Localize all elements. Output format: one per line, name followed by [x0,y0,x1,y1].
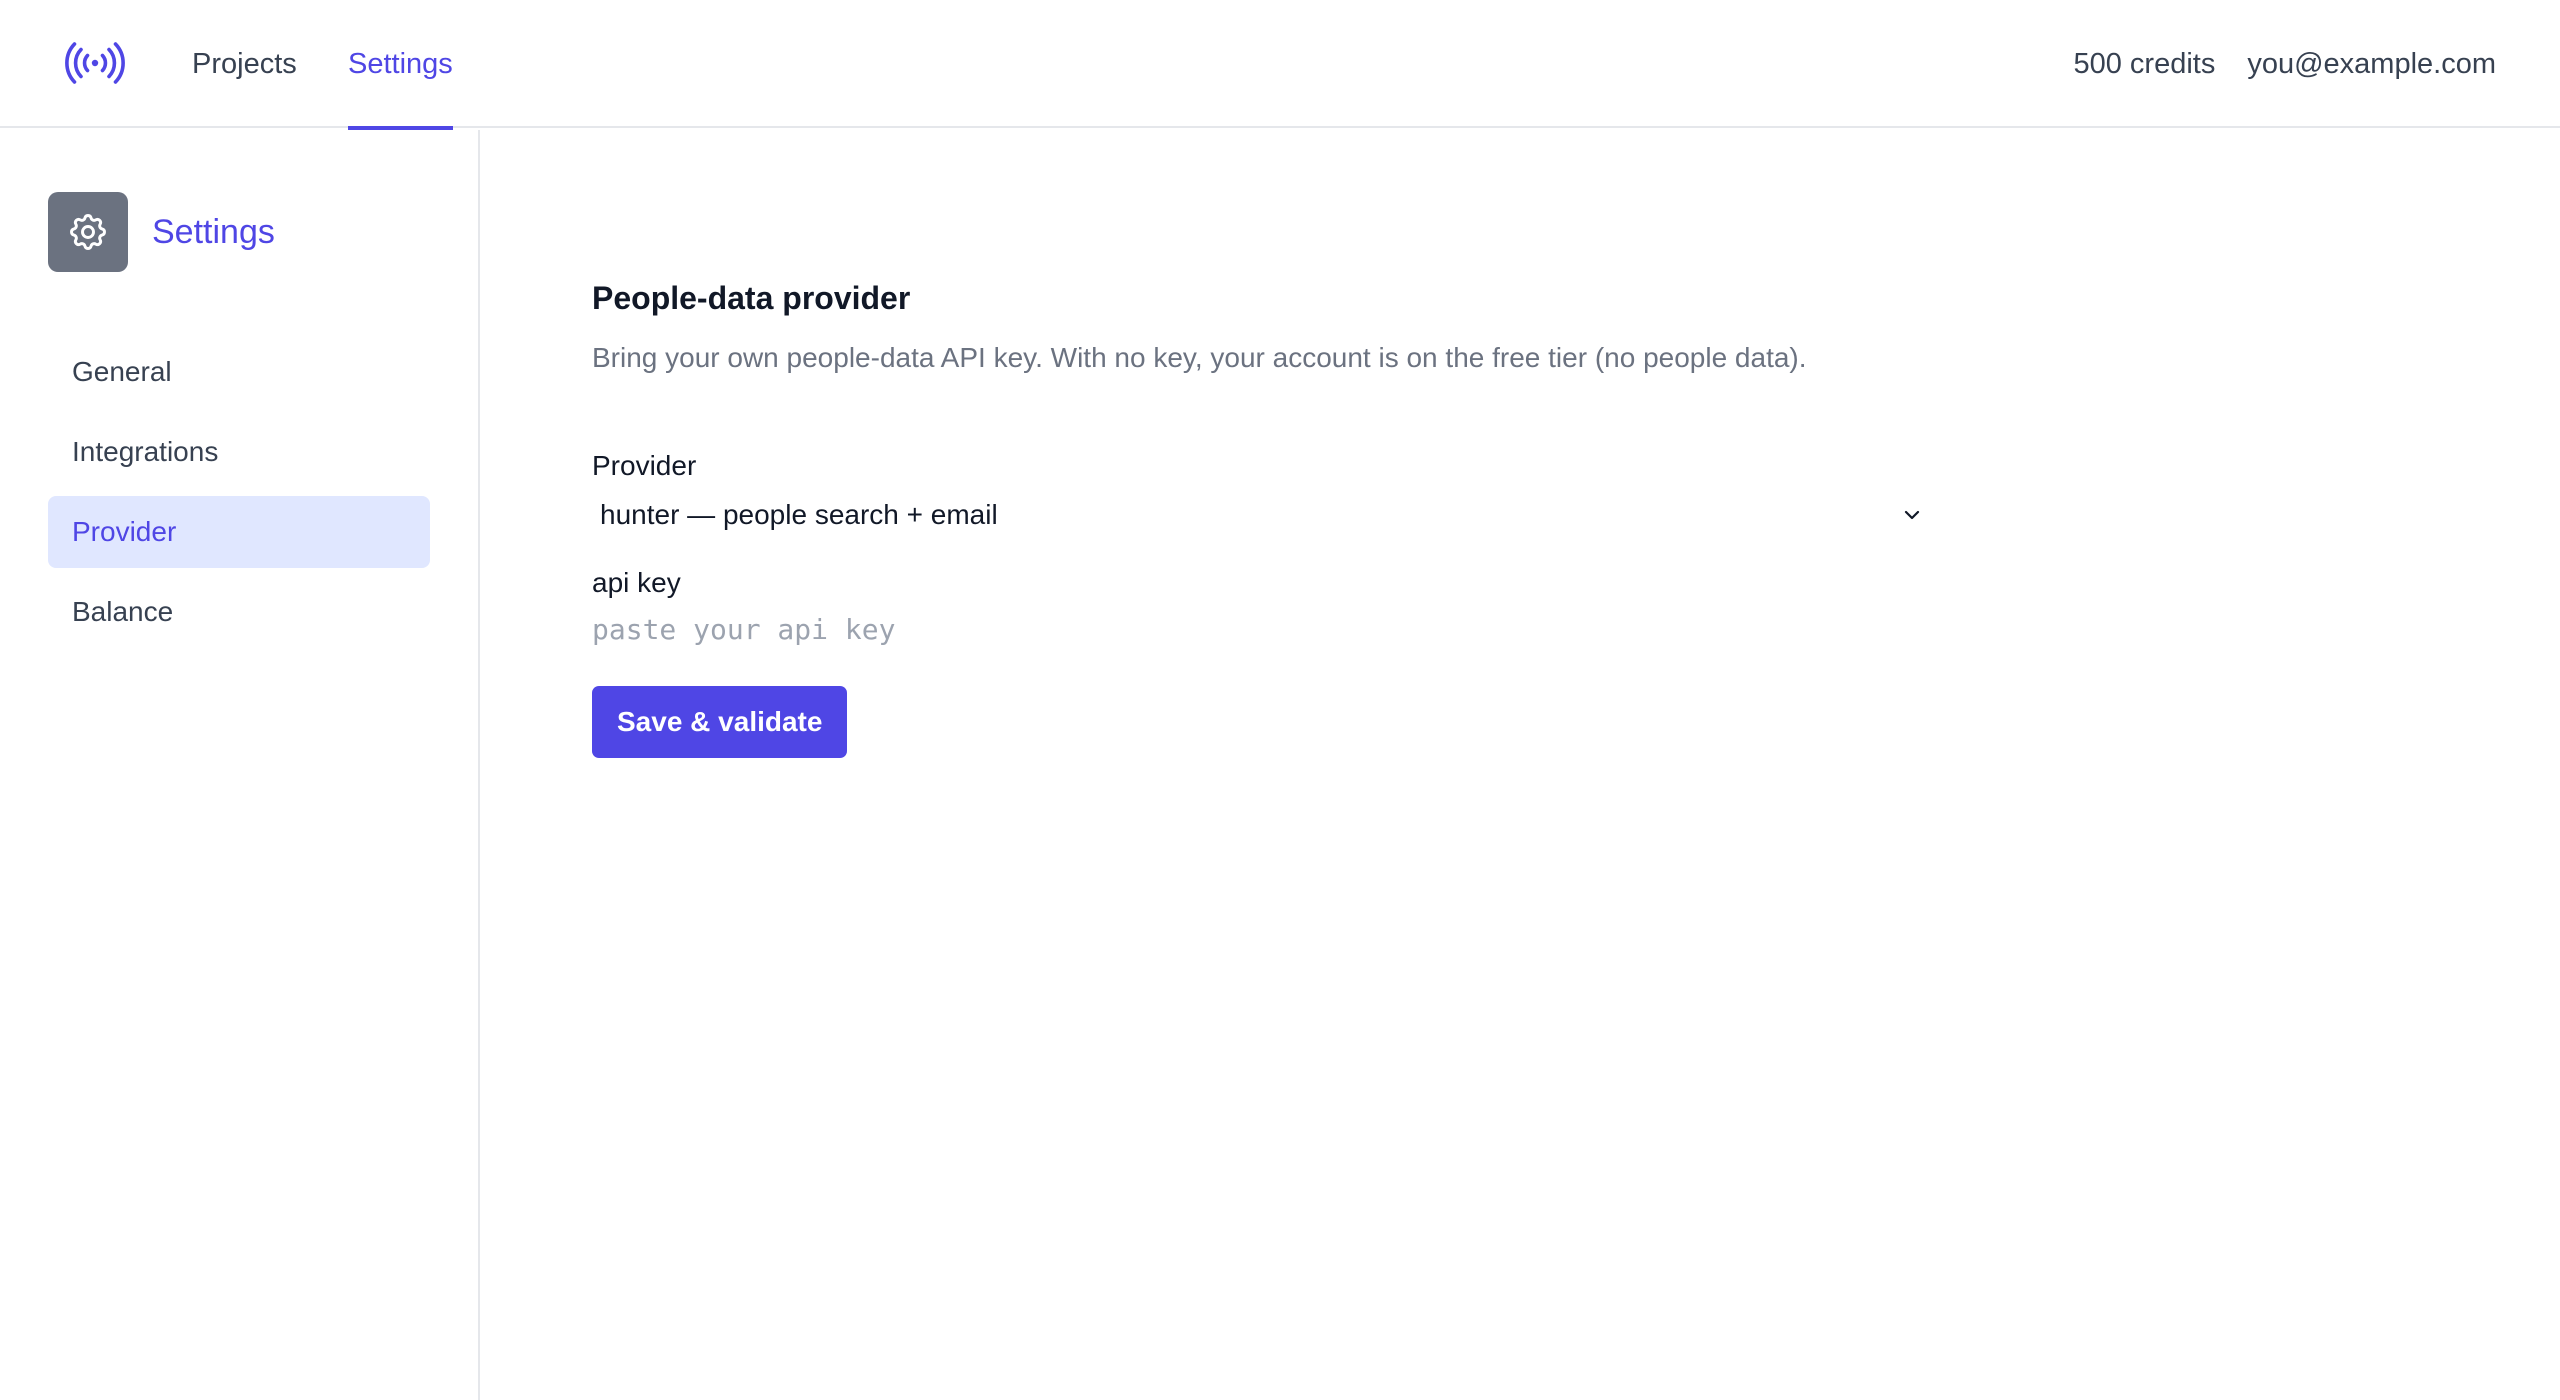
sidebar-item-general[interactable]: General [48,336,430,408]
credits-balance: 500 credits [2073,47,2216,80]
sidebar-header: Settings [48,192,275,272]
section-title: People-data provider [592,280,911,316]
settings-sidebar: Settings General Integrations Provider B… [0,130,480,1400]
provider-select[interactable]: hunter — people search + email [592,492,1936,538]
api-key-label: api key [592,567,681,598]
provider-select-value: hunter — people search + email [600,499,998,530]
broadcast-signal-icon[interactable] [62,36,128,90]
section-description: Bring your own people-data API key. With… [592,342,1807,373]
sidebar-item-provider[interactable]: Provider [48,496,430,568]
sidebar-title: Settings [152,212,275,251]
api-key-input[interactable] [592,606,1936,652]
tab-settings[interactable]: Settings [348,0,453,130]
save-validate-button[interactable]: Save & validate [592,686,848,758]
chevron-down-icon [1900,503,1924,527]
tab-projects[interactable]: Projects [192,0,297,128]
sidebar-item-balance[interactable]: Balance [48,576,430,648]
user-email[interactable]: you@example.com [2247,48,2496,81]
top-navigation-bar: Projects Settings 500 credits you@exampl… [0,0,2560,130]
sidebar-item-integrations[interactable]: Integrations [48,416,430,488]
account-area: 500 credits you@example.com [2073,0,2496,128]
gear-icon [48,192,128,272]
sidebar-nav: General Integrations Provider Balance [48,336,430,656]
provider-label: Provider [592,450,697,481]
